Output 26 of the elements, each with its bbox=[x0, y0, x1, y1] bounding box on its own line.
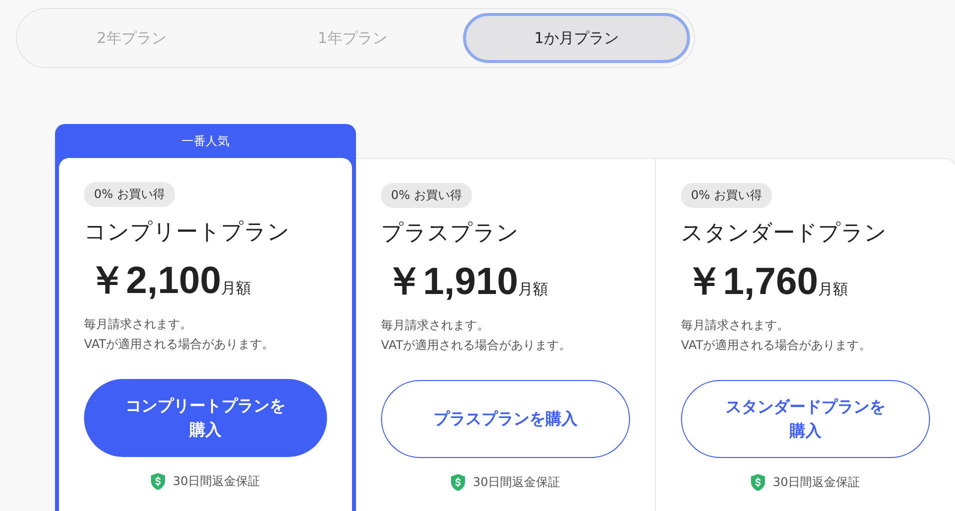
price-unit: 月額 bbox=[518, 280, 548, 299]
discount-badge: 0% お買い得 bbox=[381, 183, 472, 208]
guarantee-text: 30日間返金保証 bbox=[172, 473, 260, 490]
plan-name: プラスプラン bbox=[381, 220, 520, 248]
buy-button[interactable]: スタンダードプランを購入 bbox=[681, 380, 930, 458]
billing-note: 毎月請求されます。 VATが適用される場合があります。 bbox=[84, 316, 276, 353]
popular-label: 一番人気 bbox=[180, 132, 230, 150]
shield-dollar-icon bbox=[150, 473, 165, 490]
plan-name: スタンダードプラン bbox=[681, 220, 888, 248]
guarantee-text: 30日間返金保証 bbox=[772, 474, 860, 491]
billing-note: 毎月請求されます。 VATが適用される場合があります。 bbox=[381, 317, 572, 354]
price-unit: 月額 bbox=[221, 279, 252, 298]
billing-note: 毎月請求されます。 VATが適用される場合があります。 bbox=[681, 317, 872, 354]
shield-dollar-icon bbox=[450, 474, 465, 491]
plan-name: コンプリートプラン bbox=[84, 219, 291, 247]
discount-badge: 0% お買い得 bbox=[681, 183, 772, 208]
plan-price: ￥1,760 bbox=[685, 260, 818, 305]
plan-price: ￥1,910 bbox=[385, 260, 518, 305]
guarantee-text: 30日間返金保証 bbox=[472, 474, 560, 491]
shield-dollar-icon bbox=[750, 474, 765, 491]
period-tab[interactable]: 1か月プラン bbox=[463, 13, 690, 63]
price-unit: 月額 bbox=[818, 280, 848, 299]
discount-badge: 0% お買い得 bbox=[84, 182, 175, 207]
buy-button[interactable]: コンプリートプランを購入 bbox=[84, 379, 327, 457]
buy-button[interactable]: プラスプランを購入 bbox=[381, 380, 630, 458]
plan-price: ￥2,100 bbox=[88, 259, 222, 304]
